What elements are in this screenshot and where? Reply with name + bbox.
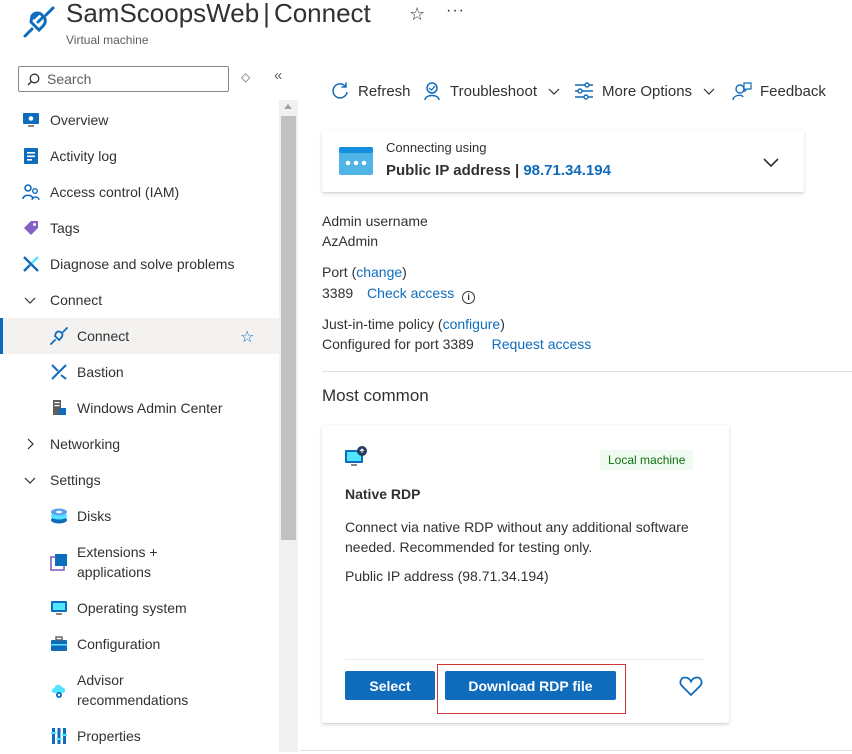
change-port-link[interactable]: change (356, 264, 402, 280)
sidebar-item-access-control[interactable]: Access control (IAM) (0, 174, 279, 210)
disk-icon (50, 507, 68, 525)
favorite-star-icon[interactable]: ☆ (240, 327, 254, 347)
sidebar: ◇ « Overview Activity log Access control… (0, 60, 300, 752)
sidebar-scrollbar[interactable] (279, 100, 298, 752)
chevron-down-icon[interactable] (762, 156, 780, 168)
jit-policy-value: Configured for port 3389 (322, 336, 474, 352)
collapse-sidebar-icon[interactable]: « (274, 67, 283, 84)
sidebar-item-disks[interactable]: Disks (0, 498, 279, 534)
sidebar-item-advisor[interactable]: Advisor recommendations (0, 662, 279, 718)
feedback-icon (732, 82, 752, 101)
jit-policy-row: Configured for port 3389 Request access (322, 334, 591, 354)
download-rdp-file-button[interactable]: Download RDP file (445, 671, 616, 700)
troubleshoot-button[interactable]: Troubleshoot (422, 74, 569, 108)
sidebar-item-extensions[interactable]: Extensions + applications (0, 534, 279, 590)
wrench-icon (22, 255, 40, 273)
chevron-down-icon (24, 297, 36, 304)
sidebar-item-operating-system[interactable]: Operating system (0, 590, 279, 626)
properties-icon (50, 727, 68, 745)
check-access-link[interactable]: Check access (367, 285, 454, 301)
chevron-down-icon (548, 88, 560, 95)
configure-jit-link[interactable]: configure (443, 316, 501, 332)
scroll-up-arrow-icon[interactable] (284, 104, 292, 109)
card-divider (345, 659, 705, 660)
sidebar-item-overview[interactable]: Overview (0, 102, 279, 138)
connection-method-dropdown[interactable]: Connecting using Public IP address | 98.… (322, 130, 804, 192)
page-header: SamScoopsWeb | Connect Virtual machine ☆ ·… (0, 0, 852, 60)
page-subtitle: Virtual machine (66, 33, 149, 47)
sidebar-item-windows-admin-center[interactable]: Windows Admin Center (0, 390, 279, 426)
port-label: Port (change) (322, 264, 407, 280)
bastion-icon (50, 363, 68, 381)
admin-center-icon (50, 399, 68, 417)
filter-diamond-icon[interactable]: ◇ (241, 70, 250, 84)
card-ip-line: Public IP address (98.71.34.194) (345, 568, 549, 584)
local-machine-badge: Local machine (600, 450, 694, 470)
scrollbar-thumb[interactable] (281, 116, 296, 540)
sidebar-item-bastion[interactable]: Bastion (0, 354, 279, 390)
sidebar-group-connect[interactable]: Connect (0, 282, 279, 318)
sidebar-item-diagnose[interactable]: Diagnose and solve problems (0, 246, 279, 282)
public-ip-icon (339, 147, 373, 175)
card-title: Native RDP (345, 486, 421, 502)
sidebar-group-networking[interactable]: Networking (0, 426, 279, 462)
search-input[interactable] (45, 69, 225, 89)
bottom-divider (300, 750, 852, 751)
extensions-icon (50, 553, 68, 571)
monitor-icon (22, 111, 40, 129)
connection-caption: Connecting using (386, 140, 487, 155)
page-title: SamScoopsWeb | Connect (66, 0, 371, 28)
more-options-button[interactable]: More Options (574, 74, 724, 108)
configuration-icon (50, 635, 68, 653)
tag-icon (22, 219, 40, 237)
native-rdp-card: Local machine Native RDP Connect via nat… (322, 425, 729, 723)
connection-value: Public IP address | 98.71.34.194 (386, 162, 611, 179)
refresh-button[interactable]: Refresh (330, 74, 411, 108)
port-row: 3389 Check access i (322, 283, 476, 304)
os-icon (50, 599, 68, 617)
sidebar-item-tags[interactable]: Tags (0, 210, 279, 246)
sidebar-item-connect[interactable]: Connect ☆ (0, 318, 279, 354)
sidebar-item-activity-log[interactable]: Activity log (0, 138, 279, 174)
admin-username-value: AzAdmin (322, 233, 379, 249)
plug-connect-icon (23, 6, 55, 38)
plug-icon (50, 327, 68, 345)
refresh-icon (332, 82, 348, 99)
card-description: Connect via native RDP without any addit… (345, 519, 689, 555)
sidebar-group-settings[interactable]: Settings (0, 462, 279, 498)
advisor-icon (50, 681, 68, 699)
troubleshoot-icon (424, 82, 440, 101)
select-button[interactable]: Select (345, 671, 435, 700)
admin-username-label: Admin username (322, 213, 428, 229)
chevron-down-icon (24, 477, 36, 484)
command-bar: Refresh Troubleshoot More Options Feedba… (322, 74, 852, 108)
search-icon (27, 73, 40, 86)
request-access-link[interactable]: Request access (492, 336, 592, 352)
section-divider (322, 371, 852, 372)
jit-policy-label: Just-in-time policy (configure) (322, 316, 505, 332)
sidebar-item-configuration[interactable]: Configuration (0, 626, 279, 662)
options-sliders-icon (575, 82, 593, 100)
more-actions-icon[interactable]: ··· (446, 2, 465, 20)
activity-log-icon (22, 147, 40, 165)
chevron-right-icon (27, 438, 34, 450)
rdp-monitor-icon (345, 446, 367, 466)
feedback-button[interactable]: Feedback (732, 74, 826, 108)
info-icon[interactable]: i (462, 291, 476, 304)
sidebar-search-box[interactable] (18, 66, 229, 92)
public-ip-value: 98.71.34.194 (523, 162, 611, 179)
chevron-down-icon (703, 88, 715, 95)
most-common-heading: Most common (322, 386, 429, 405)
port-value: 3389 (322, 285, 354, 301)
heart-icon[interactable] (679, 675, 703, 697)
people-icon (22, 183, 40, 201)
favorite-star-icon[interactable]: ☆ (409, 4, 425, 25)
sidebar-item-properties[interactable]: Properties (0, 718, 279, 754)
